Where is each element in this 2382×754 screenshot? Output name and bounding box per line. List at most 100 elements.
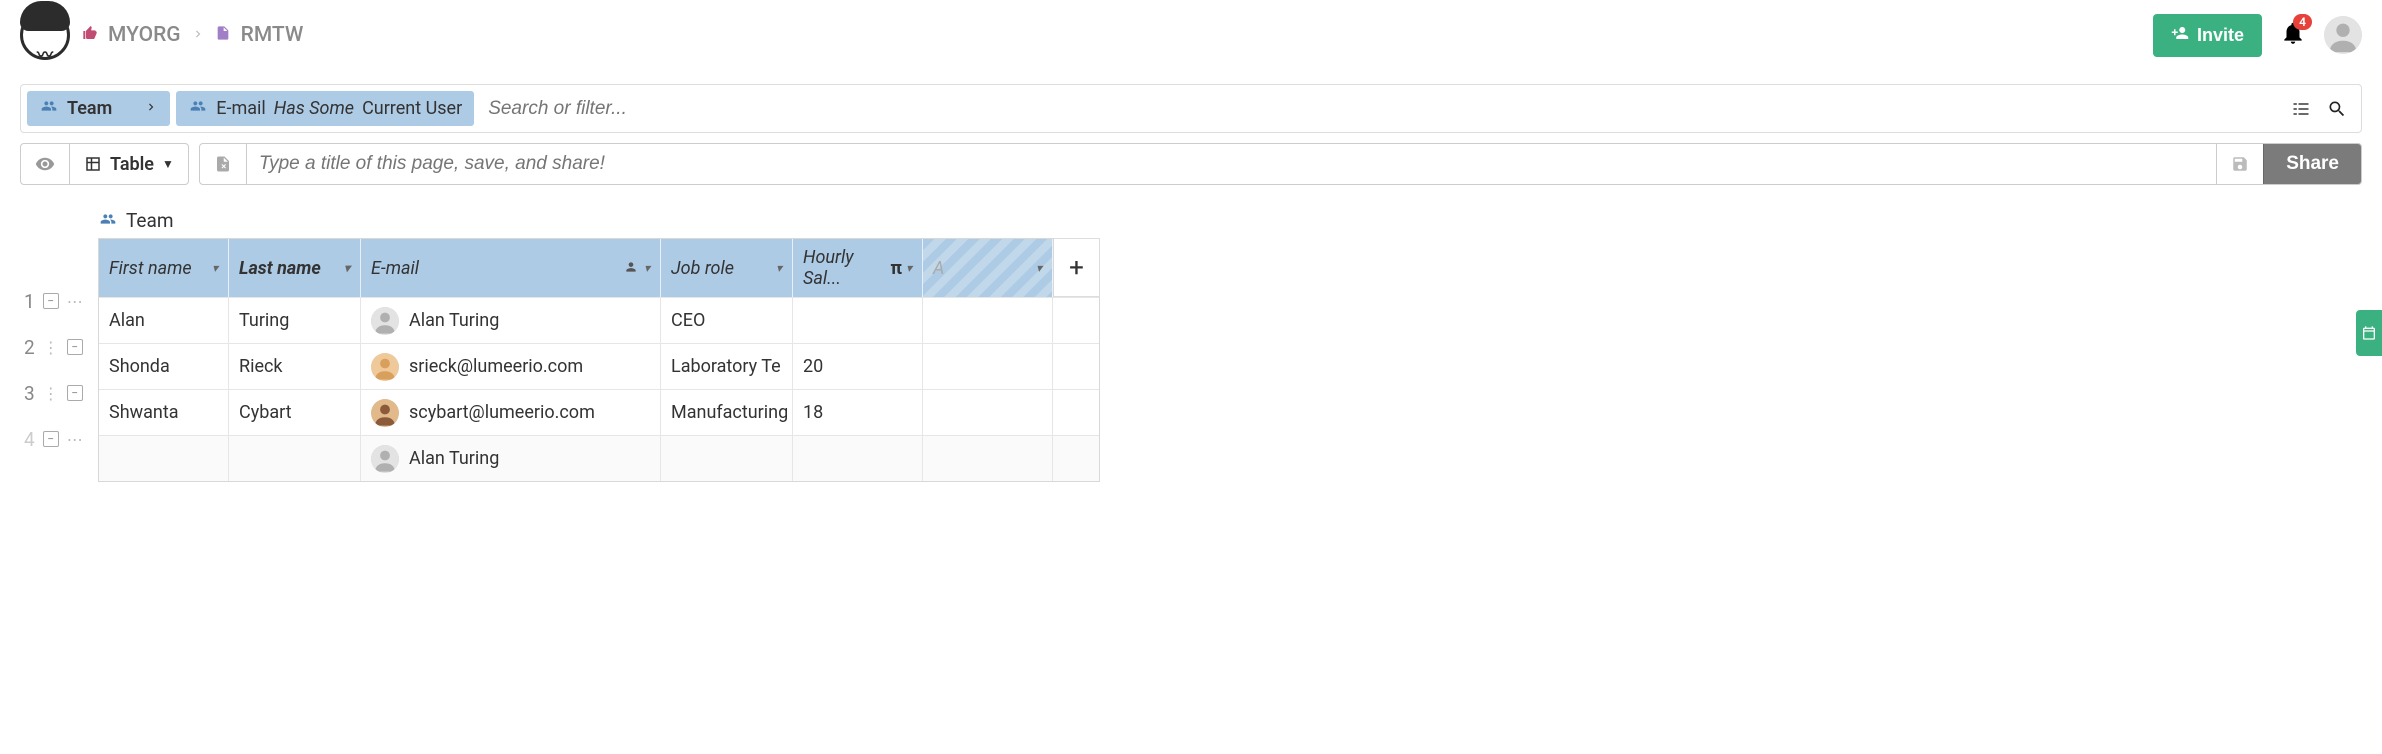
caret-down-icon: ▾	[212, 261, 218, 275]
cell-salary[interactable]: 18	[793, 390, 923, 435]
cell-job-role[interactable]: Laboratory Te	[661, 344, 793, 389]
user-avatar[interactable]	[2324, 16, 2362, 54]
row-number: 1	[24, 290, 35, 313]
app-logo[interactable]: 〰	[20, 10, 70, 60]
column-header-first-name[interactable]: First name ▾	[99, 239, 229, 297]
row-number: 3	[24, 382, 35, 405]
column-label: Hourly Sal...	[803, 247, 890, 289]
caret-down-icon: ▾	[1036, 261, 1042, 275]
cell-new[interactable]	[923, 436, 1053, 481]
chevron-right-icon	[144, 98, 158, 119]
page-title-input[interactable]	[247, 144, 2216, 184]
users-icon	[39, 98, 59, 119]
breadcrumb: MYORG RMTW	[82, 23, 303, 47]
cell-first-name[interactable]: Shwanta	[99, 390, 229, 435]
share-button[interactable]: Share	[2264, 144, 2361, 184]
row-handle[interactable]: 2 ⋮ −	[20, 324, 98, 370]
notifications-button[interactable]: 4	[2280, 20, 2306, 50]
row-number: 4	[24, 428, 35, 451]
cell-job-role[interactable]	[661, 436, 793, 481]
filter-value: Current User	[362, 98, 462, 119]
column-label: E-mail	[371, 258, 419, 279]
visibility-button[interactable]	[21, 144, 69, 184]
users-icon	[188, 98, 208, 119]
column-header-hourly-salary[interactable]: Hourly Sal... π ▾	[793, 239, 923, 297]
column-header-new[interactable]: A▾	[923, 239, 1053, 297]
view-type-label: Table	[110, 154, 154, 175]
table-row[interactable]: Shonda Rieck srieck@lumeerio.com Laborat…	[99, 343, 1099, 389]
cell-text: scybart@lumeerio.com	[409, 402, 595, 423]
table-row-new[interactable]: Alan Turing	[99, 435, 1099, 481]
view-type-dropdown[interactable]: Table ▼	[69, 144, 188, 184]
cell-last-name[interactable]: Rieck	[229, 344, 361, 389]
cell-new[interactable]	[923, 390, 1053, 435]
filter-field: E-mail	[216, 98, 266, 119]
row-handle[interactable]: 4 − ⋯	[20, 416, 98, 462]
invite-label: Invite	[2197, 25, 2244, 46]
row-menu-icon[interactable]: ⋯	[67, 292, 83, 311]
caret-down-icon: ▾	[906, 261, 912, 275]
table-title: Team	[98, 209, 2382, 232]
column-header-job-role[interactable]: Job role ▾	[661, 239, 793, 297]
row-handle[interactable]: 3 ⋮ −	[20, 370, 98, 416]
row-menu-icon[interactable]: ⋯	[67, 430, 83, 449]
search-icon[interactable]	[2327, 99, 2347, 119]
cell-last-name[interactable]	[229, 436, 361, 481]
collapse-icon[interactable]: −	[43, 293, 59, 309]
edit-page-icon[interactable]	[200, 144, 247, 184]
calendar-side-tab[interactable]	[2356, 310, 2382, 356]
cell-email[interactable]: Alan Turing	[361, 298, 661, 343]
filter-bar: Team E-mail Has Some Current User	[20, 84, 2362, 133]
cell-last-name[interactable]: Turing	[229, 298, 361, 343]
table-row[interactable]: Shwanta Cybart scybart@lumeerio.com Manu…	[99, 389, 1099, 435]
row-numbers-column: 1 − ⋯ 2 ⋮ − 3 ⋮ − 4 − ⋯	[20, 238, 98, 482]
drag-icon[interactable]: ⋮	[43, 384, 59, 403]
row-handle[interactable]: 1 − ⋯	[20, 278, 98, 324]
cell-last-name[interactable]: Cybart	[229, 390, 361, 435]
cell-new[interactable]	[923, 344, 1053, 389]
view-bar: Table ▼ Share	[20, 143, 2362, 185]
caret-down-icon: ▼	[162, 157, 174, 171]
cell-salary[interactable]: 20	[793, 344, 923, 389]
breadcrumb-org[interactable]: MYORG	[108, 23, 181, 47]
add-column-button[interactable]: +	[1054, 238, 1100, 297]
filter-chip[interactable]: E-mail Has Some Current User	[176, 91, 474, 126]
cell-first-name[interactable]: Shonda	[99, 344, 229, 389]
cell-first-name[interactable]: Alan	[99, 298, 229, 343]
cell-text: Alan Turing	[409, 448, 499, 469]
avatar-icon	[371, 307, 399, 335]
collapse-icon[interactable]: −	[67, 385, 83, 401]
column-label: Last name	[239, 258, 321, 279]
avatar-icon	[371, 353, 399, 381]
list-view-icon[interactable]	[2291, 99, 2311, 119]
save-button[interactable]	[2216, 144, 2264, 184]
drag-icon[interactable]: ⋮	[43, 338, 59, 357]
cell-email[interactable]: srieck@lumeerio.com	[361, 344, 661, 389]
cell-job-role[interactable]: Manufacturing	[661, 390, 793, 435]
breadcrumb-project[interactable]: RMTW	[241, 23, 304, 47]
cell-salary[interactable]	[793, 436, 923, 481]
column-header-email[interactable]: E-mail ▾	[361, 239, 661, 297]
team-chip[interactable]: Team	[27, 91, 170, 126]
team-chip-label: Team	[67, 98, 112, 119]
invite-button[interactable]: Invite	[2153, 14, 2262, 57]
table-area: Team 1 − ⋯ 2 ⋮ − 3 ⋮ − 4 − ⋯	[20, 209, 2382, 482]
avatar-icon	[371, 399, 399, 427]
column-label: Job role	[671, 258, 734, 279]
cell-salary[interactable]	[793, 298, 923, 343]
cell-email[interactable]: scybart@lumeerio.com	[361, 390, 661, 435]
pi-icon: π	[890, 258, 902, 279]
cell-job-role[interactable]: CEO	[661, 298, 793, 343]
collapse-icon[interactable]: −	[67, 339, 83, 355]
search-input[interactable]	[474, 85, 2277, 132]
column-header-last-name[interactable]: Last name▾	[229, 239, 361, 297]
collapse-icon[interactable]: −	[43, 431, 59, 447]
cell-first-name[interactable]	[99, 436, 229, 481]
topbar: 〰 MYORG RMTW Invite 4	[0, 0, 2382, 70]
cell-new[interactable]	[923, 298, 1053, 343]
cell-email[interactable]: Alan Turing	[361, 436, 661, 481]
table-header-row: First name▾ Last name▾ E-mail ▾	[99, 239, 1053, 297]
column-label: First name	[109, 258, 192, 279]
caret-down-icon: ▾	[776, 261, 782, 275]
table-row[interactable]: Alan Turing Alan Turing CEO	[99, 297, 1099, 343]
